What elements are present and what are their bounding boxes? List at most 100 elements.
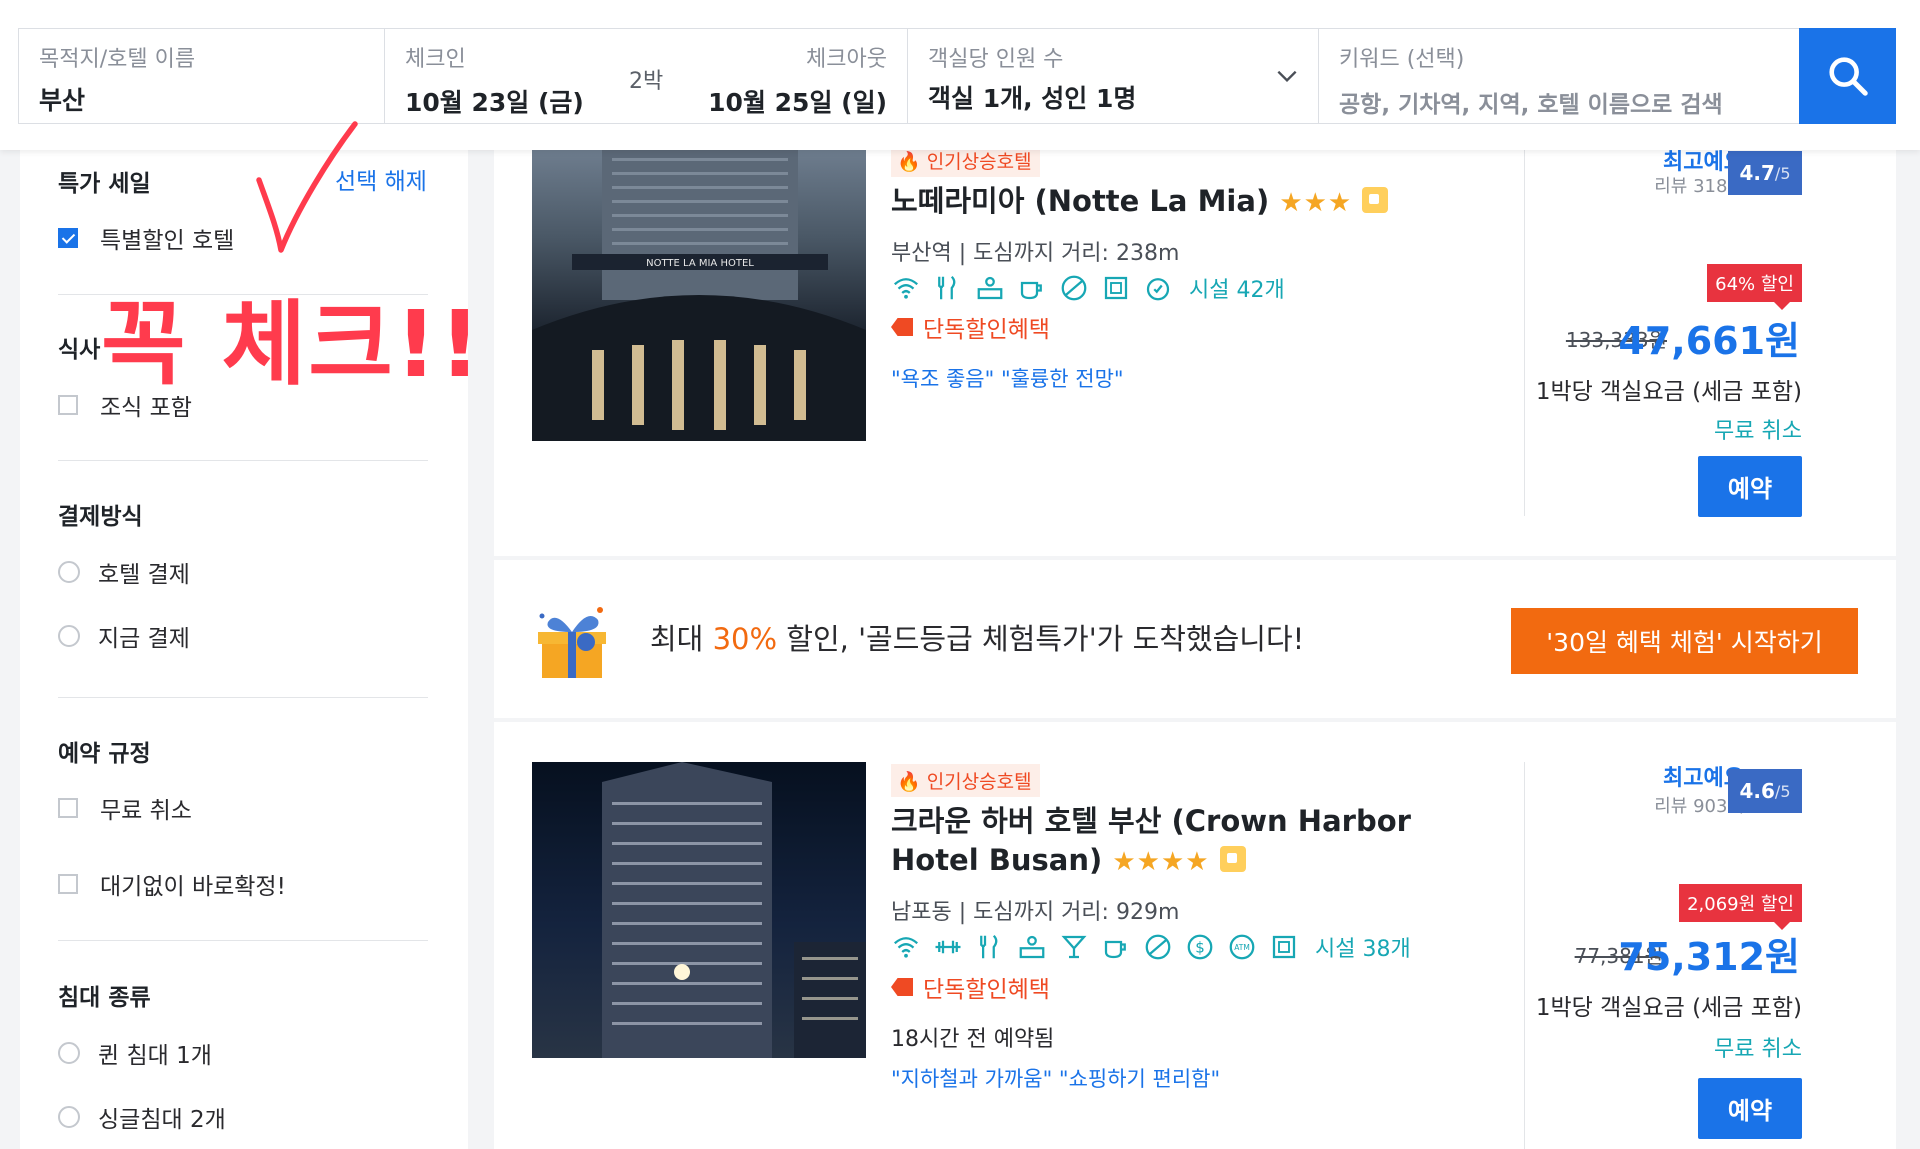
no-smoking-icon: [1145, 934, 1171, 960]
wifi-icon: [894, 937, 918, 958]
special-discount-option[interactable]: 특별할인 호텔: [58, 221, 234, 255]
amenities-row: $ ATM 시설 38개: [891, 931, 1411, 963]
bed-type-title: 침대 종류: [58, 985, 151, 1011]
hotel-location: 남포동 | 도심까지 거리: 929m: [891, 900, 1180, 925]
keyword-label: 키워드 (선택): [1339, 47, 1465, 72]
pay-now-label: 지금 결제: [98, 626, 190, 652]
hotel-name[interactable]: 크라운 하버 호텔 부산 (Crown Harbor Hotel Busan) …: [891, 802, 1501, 882]
amenities-count[interactable]: 시설 38개: [1315, 931, 1411, 963]
free-cancel-checkbox[interactable]: [58, 798, 78, 818]
hotel-photo-illustration: NOTTE LA MIA HOTEL: [532, 150, 866, 441]
queen-bed-radio[interactable]: [58, 1042, 80, 1064]
keyword-field[interactable]: 키워드 (선택) 공항, 기차역, 지역, 호텔 이름으로 검색: [1318, 28, 1800, 124]
pay-at-hotel-option[interactable]: 호텔 결제: [58, 555, 190, 589]
gold-trial-banner: 최대 30% 할인, '골드등급 체험특가'가 도착했습니다! '30일 혜택 …: [494, 560, 1896, 718]
queen-bed-option[interactable]: 퀸 침대 1개: [58, 1036, 212, 1070]
pay-at-hotel-label: 호텔 결제: [98, 562, 190, 588]
trending-badge-label: 인기상승호텔: [926, 151, 1032, 173]
keyword-input[interactable]: 공항, 기차역, 지역, 호텔 이름으로 검색: [1339, 85, 1723, 119]
thumbs-up-icon: [1362, 187, 1389, 213]
destination-field[interactable]: 목적지/호텔 이름 부산: [18, 28, 385, 124]
twin-bed-radio[interactable]: [58, 1106, 80, 1128]
exclusive-promo: 단독할인혜택: [891, 310, 1050, 344]
pay-now-radio[interactable]: [58, 625, 80, 647]
review-highlights: "욕조 좋음" "훌륭한 전망": [891, 367, 1124, 391]
current-price: 47,661원: [1618, 319, 1800, 363]
restaurant-icon: [980, 934, 998, 959]
nights-count: 2박: [629, 69, 664, 94]
divider: [58, 940, 428, 941]
restaurant-icon: [938, 275, 956, 300]
amenities-row: 시설 42개: [891, 272, 1285, 304]
svg-text:NOTTE LA MIA HOTEL: NOTTE LA MIA HOTEL: [646, 258, 754, 269]
special-discount-checkbox[interactable]: [58, 228, 78, 248]
trending-badge: 🔥 인기상승호텔: [891, 764, 1040, 797]
coffee-icon: [1104, 940, 1126, 959]
destination-label: 목적지/호텔 이름: [39, 47, 196, 72]
recent-booking: 18시간 전 예약됨: [891, 1027, 1055, 1052]
search-icon: [1828, 57, 1868, 96]
destination-value[interactable]: 부산: [39, 81, 85, 117]
tag-icon: [891, 318, 913, 336]
guests-value[interactable]: 객실 1개, 성인 1명: [928, 79, 1136, 115]
free-cancel-label: 무료 취소: [100, 798, 192, 824]
checkin-label: 체크인: [405, 47, 466, 72]
annotation-text: 꼭 체크!!: [101, 291, 483, 398]
price-note: 1박당 객실요금 (세금 포함): [1535, 995, 1802, 1021]
instant-confirm-checkbox[interactable]: [58, 874, 78, 894]
search-button[interactable]: [1799, 28, 1896, 124]
hotel-photo-illustration: [602, 762, 866, 1058]
pay-now-option[interactable]: 지금 결제: [58, 619, 190, 653]
guests-field[interactable]: 객실당 인원 수 객실 1개, 성인 1명: [907, 28, 1319, 124]
twin-bed-option[interactable]: 싱글침대 2개: [58, 1100, 226, 1134]
price-note: 1박당 객실요금 (세금 포함): [1535, 379, 1802, 405]
hotel-photo[interactable]: [532, 762, 866, 1058]
star-rating: ★★★★: [1112, 847, 1210, 877]
hotel-name[interactable]: 노떼라미아 (Notte La Mia) ★★★: [891, 182, 1389, 223]
exclusive-promo: 단독할인혜택: [891, 970, 1050, 1004]
no-smoking-icon: [1061, 275, 1087, 301]
pay-at-hotel-radio[interactable]: [58, 561, 80, 583]
chevron-down-icon[interactable]: [1274, 63, 1300, 89]
guests-label: 객실당 인원 수: [928, 47, 1064, 72]
book-button[interactable]: 예약: [1698, 456, 1802, 517]
front-desk-icon: [1019, 935, 1045, 959]
special-sale-title: 특가 세일: [58, 171, 151, 197]
checkout-value[interactable]: 10월 25일 (일): [708, 83, 887, 119]
free-cancel-option[interactable]: 무료 취소: [58, 791, 192, 825]
svg-text:$: $: [1195, 939, 1205, 957]
checkout-label: 체크아웃: [806, 47, 887, 72]
checkin-value[interactable]: 10월 23일 (금): [405, 83, 584, 119]
hotel-location: 부산역 | 도심까지 거리: 238m: [891, 241, 1180, 266]
rating-score: 4.7/5: [1728, 151, 1802, 195]
hotel-photo[interactable]: NOTTE LA MIA HOTEL: [532, 150, 866, 441]
banner-message: 최대 30% 할인, '골드등급 체험특가'가 도착했습니다!: [650, 616, 1304, 658]
banner-text-end: 할인, '골드등급 체험특가'가 도착했습니다!: [777, 622, 1305, 656]
hotel-name-text[interactable]: 노떼라미아 (Notte La Mia): [891, 184, 1269, 218]
review-highlights: "지하철과 가까움" "쇼핑하기 편리함": [891, 1067, 1221, 1091]
star-rating: ★★★: [1279, 188, 1353, 218]
amenities-count[interactable]: 시설 42개: [1189, 272, 1285, 304]
breakfast-checkbox[interactable]: [58, 395, 78, 415]
checkmark-annotation-icon: [256, 121, 358, 253]
hotel-card[interactable]: NOTTE LA MIA HOTEL 🔥 인기상승호텔 노떼라미아 (Notte…: [494, 144, 1896, 556]
fitness-icon: [935, 940, 961, 954]
banner-text-start: 최대: [650, 622, 713, 656]
exclusive-promo-label: 단독할인혜택: [923, 977, 1050, 1003]
banner-highlight: 30%: [712, 622, 778, 656]
divider: [58, 460, 428, 461]
queen-bed-label: 퀸 침대 1개: [98, 1043, 212, 1069]
start-trial-button[interactable]: '30일 혜택 체험' 시작하기: [1511, 608, 1858, 674]
card-divider: [1524, 762, 1525, 1149]
rating-score: 4.6/5: [1728, 769, 1802, 813]
instant-confirm-option[interactable]: 대기없이 바로확정!: [58, 867, 286, 901]
discount-badge: 64% 할인: [1707, 264, 1802, 310]
tag-icon: [891, 978, 913, 996]
date-field[interactable]: 체크인 10월 23일 (금) 2박 체크아웃 10월 25일 (일): [384, 28, 908, 124]
rating-score-max: /5: [1774, 163, 1791, 183]
book-button[interactable]: 예약: [1698, 1078, 1802, 1139]
twin-bed-label: 싱글침대 2개: [98, 1107, 226, 1133]
hotel-card[interactable]: 🔥 인기상승호텔 크라운 하버 호텔 부산 (Crown Harbor Hote…: [494, 722, 1896, 1149]
payment-title: 결제방식: [58, 504, 143, 530]
gift-box-icon: [538, 607, 606, 678]
